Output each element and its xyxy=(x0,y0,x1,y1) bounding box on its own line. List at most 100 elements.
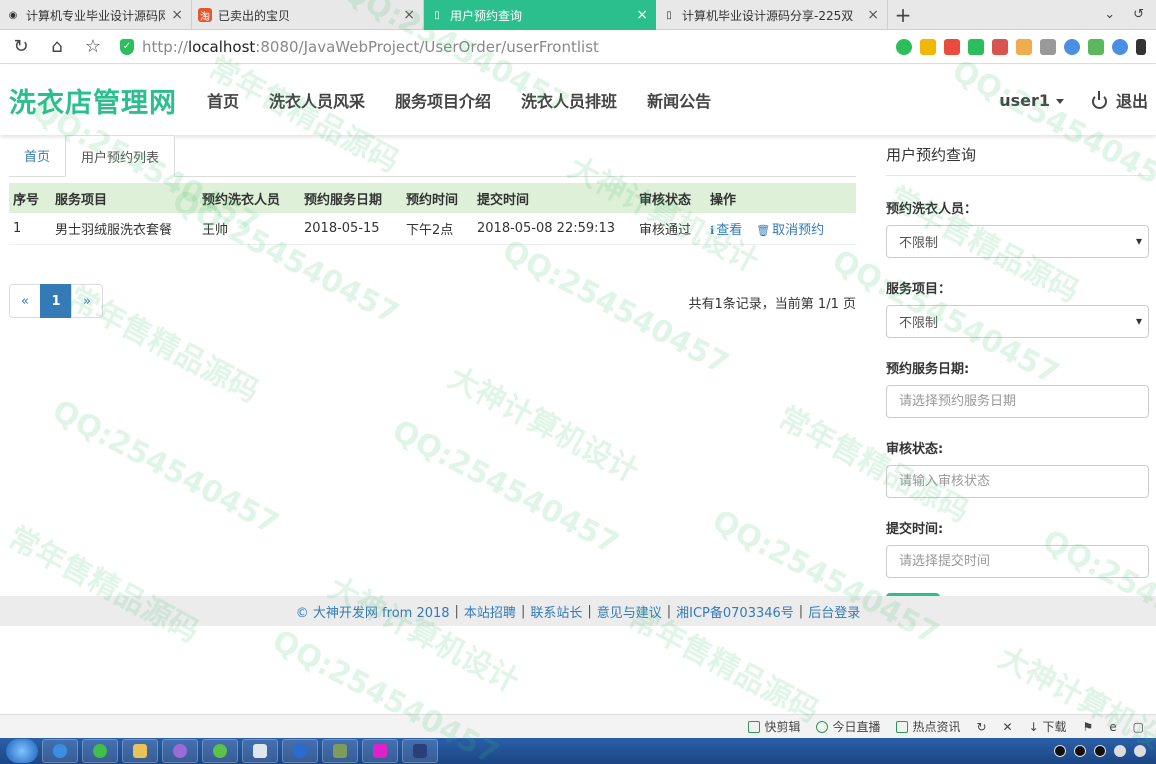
ie-icon xyxy=(53,744,67,758)
taskbar-k[interactable] xyxy=(282,739,318,763)
status-live[interactable]: 今日直播 xyxy=(816,718,880,735)
nav-services[interactable]: 服务项目介绍 xyxy=(395,88,491,112)
cell-service: 男士羽绒服洗衣套餐 xyxy=(51,213,198,245)
cell-date: 2018-05-15 xyxy=(300,213,402,245)
nav-news[interactable]: 新闻公告 xyxy=(647,88,711,112)
browser-tab-4[interactable]: ▯ 计算机毕业设计源码分享-225双 × xyxy=(656,0,888,30)
browser-status-bar: 快剪辑 今日直播 热点资讯 ↻ ✕ ↓ 下载 ⚑ e ▢ xyxy=(0,714,1156,738)
record-info: 共有1条记录，当前第 1/1 页 xyxy=(688,297,856,312)
close-icon[interactable]: × xyxy=(171,7,183,23)
nav-home[interactable]: 首页 xyxy=(207,88,239,112)
footer-link-contact[interactable]: 联系站长 xyxy=(530,602,582,621)
browser-tab-title: 计算机专业毕业设计源码网 xyxy=(26,8,166,23)
tab-order-list[interactable]: 用户预约列表 xyxy=(65,135,176,177)
date-input[interactable] xyxy=(886,385,1149,418)
footer-link-feedback[interactable]: 意见与建议 xyxy=(597,602,662,621)
tab-home[interactable]: 首页 xyxy=(9,134,65,176)
book-icon[interactable] xyxy=(1088,38,1104,55)
logout-link[interactable]: 退出 xyxy=(1091,88,1148,112)
browser-tab-2[interactable]: 淘 已卖出的宝贝 × xyxy=(192,0,424,30)
tab-list-chevron-icon[interactable]: ⌄ xyxy=(1104,7,1115,22)
staff-select[interactable]: 不限制 xyxy=(886,225,1149,258)
star-icon[interactable]: ☆ xyxy=(78,32,108,62)
prev-page-button[interactable]: « xyxy=(9,284,41,318)
page-icon: ▯ xyxy=(666,9,672,21)
window-icon[interactable]: ▢ xyxy=(1133,720,1144,734)
close-icon[interactable]: × xyxy=(636,7,648,23)
url-input[interactable]: ✓ http://localhost:8080/JavaWebProject/U… xyxy=(120,33,740,61)
nav-schedule[interactable]: 洗衣人员排班 xyxy=(521,88,617,112)
service-select[interactable]: 不限制 xyxy=(886,305,1149,338)
reload-icon[interactable]: ↻ xyxy=(6,32,36,62)
table-header-row: 序号 服务项目 预约洗衣人员 预约服务日期 预约时间 提交时间 审核状态 操作 xyxy=(9,183,856,213)
taskbar-browser[interactable] xyxy=(82,739,118,763)
pin-icon[interactable]: ✕ xyxy=(1003,720,1013,734)
col-time: 预约时间 xyxy=(402,183,473,213)
cell-submit-time: 2018-05-08 22:59:13 xyxy=(473,213,635,245)
play-icon xyxy=(816,721,829,733)
taskbar-eclipse[interactable] xyxy=(402,739,438,763)
qq-icon[interactable] xyxy=(1094,745,1106,757)
refresh-icon[interactable]: ↻ xyxy=(976,720,986,734)
battery-icon[interactable] xyxy=(1114,745,1126,757)
breadcrumb-tabs: 首页 用户预约列表 xyxy=(9,135,856,177)
page-1-button[interactable]: 1 xyxy=(40,284,72,318)
submit-time-input[interactable] xyxy=(886,545,1149,578)
flag-icon[interactable]: ⚑ xyxy=(1083,720,1094,734)
next-page-button[interactable]: » xyxy=(71,284,103,318)
site-footer: © 大神开发网 from 2018 | 本站招聘 | 联系站长 | 意见与建议 … xyxy=(0,596,1156,626)
site-brand[interactable]: 洗衣店管理网 xyxy=(9,81,177,120)
start-button[interactable] xyxy=(6,739,38,763)
taskbar-ie[interactable] xyxy=(42,739,78,763)
footer-link-icp[interactable]: 湘ICP备0703346号 xyxy=(676,602,794,621)
nav-staff[interactable]: 洗衣人员风采 xyxy=(269,88,365,112)
taskbar-media[interactable] xyxy=(162,739,198,763)
status-quick-clip[interactable]: 快剪辑 xyxy=(748,718,800,735)
speed-icon[interactable] xyxy=(896,38,912,55)
media-icon xyxy=(173,744,187,758)
plugin-icon[interactable] xyxy=(1016,38,1032,55)
ad-block-icon[interactable] xyxy=(992,38,1008,55)
status-download[interactable]: ↓ 下载 xyxy=(1029,718,1067,735)
qq-icon[interactable] xyxy=(1074,745,1086,757)
user-menu[interactable]: user1 xyxy=(999,91,1064,110)
footer-link-jobs[interactable]: 本站招聘 xyxy=(464,602,516,621)
watermark-text: QQ:254540457 xyxy=(386,413,625,562)
screenshot-icon[interactable] xyxy=(1040,38,1056,55)
browser-tab-1[interactable]: ◉ 计算机专业毕业设计源码网 × xyxy=(0,0,192,30)
cancel-order-link[interactable]: 🗑 取消预约 xyxy=(756,223,824,238)
shield-icon: ✓ xyxy=(120,38,134,55)
taskbar-pink[interactable] xyxy=(362,739,398,763)
page-icon: ▯ xyxy=(434,9,440,21)
col-submit-time: 提交时间 xyxy=(473,183,635,213)
lightning-icon[interactable] xyxy=(920,38,936,55)
power-icon xyxy=(1091,91,1107,109)
apps-icon[interactable] xyxy=(944,38,960,55)
ie-icon[interactable]: e xyxy=(1109,720,1116,734)
browser-tab-3[interactable]: ▯ 用户预约查询 × xyxy=(424,0,656,30)
menu-icon[interactable] xyxy=(1136,38,1146,55)
taskbar-tool[interactable] xyxy=(322,739,358,763)
taskbar-explorer[interactable] xyxy=(122,739,158,763)
wallet-icon[interactable] xyxy=(968,38,984,55)
new-tab-button[interactable]: + xyxy=(888,0,918,30)
minus-icon[interactable] xyxy=(1112,38,1128,55)
close-icon[interactable]: × xyxy=(867,7,879,23)
system-tray xyxy=(1054,745,1156,757)
taskbar-notepad[interactable] xyxy=(242,739,278,763)
status-label: 审核状态: xyxy=(886,442,944,457)
qq-icon[interactable] xyxy=(1054,745,1066,757)
taskbar-app-green[interactable] xyxy=(202,739,238,763)
footer-link-admin-login[interactable]: 后台登录 xyxy=(808,602,860,621)
volume-icon[interactable] xyxy=(1134,745,1146,757)
col-staff: 预约洗衣人员 xyxy=(198,183,300,213)
status-news[interactable]: 热点资讯 xyxy=(896,718,960,735)
home-icon[interactable]: ⌂ xyxy=(42,32,72,62)
staff-label: 预约洗衣人员： xyxy=(886,202,978,217)
search-icon[interactable] xyxy=(1064,38,1080,55)
window-controls: ⌄ ↺ xyxy=(1104,0,1156,29)
undo-close-icon[interactable]: ↺ xyxy=(1133,7,1144,22)
view-link[interactable]: ℹ 查看 xyxy=(710,223,742,238)
status-input[interactable] xyxy=(886,465,1149,498)
close-icon[interactable]: × xyxy=(403,7,415,23)
